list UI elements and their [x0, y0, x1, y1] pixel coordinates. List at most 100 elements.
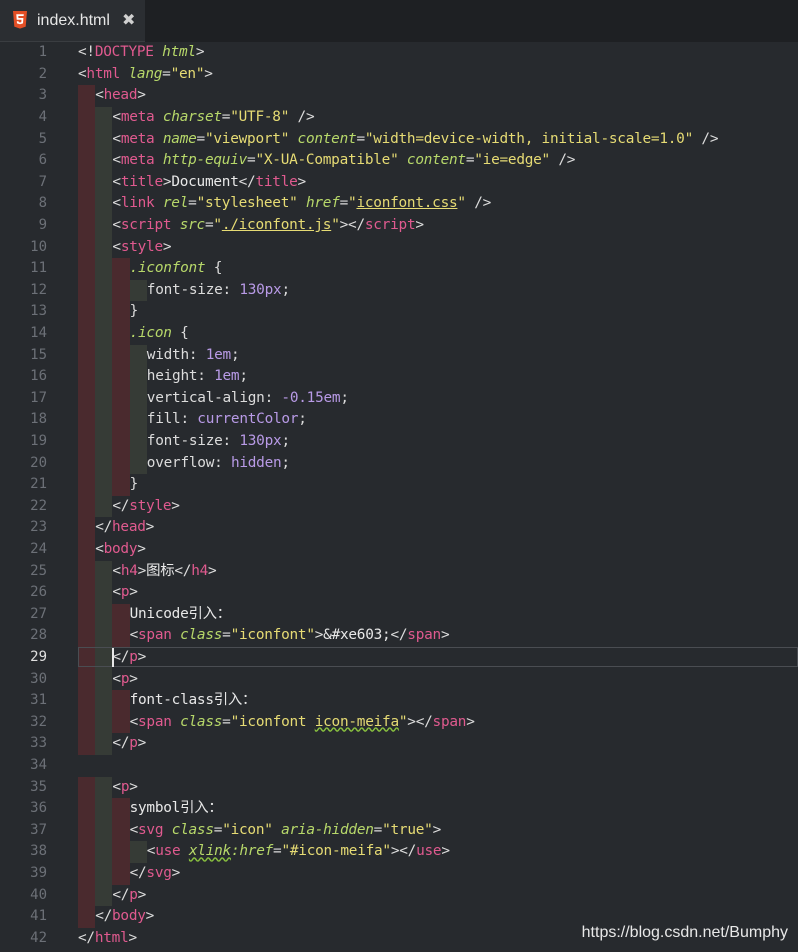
- indent-guide: [95, 193, 113, 215]
- line-number: 27: [30, 605, 47, 622]
- code-token: >: [137, 886, 147, 903]
- line-number: 1: [38, 44, 47, 61]
- code-line[interactable]: 40 </p>: [0, 884, 798, 907]
- tab-index-html[interactable]: index.html ✖: [0, 0, 145, 42]
- code-editor[interactable]: 1 <!DOCTYPE html> 2 <html lang="en"> 3 <head>…: [0, 42, 798, 952]
- code-token: ;: [281, 454, 290, 471]
- code-line[interactable]: 9 <script src="./iconfont.js"></script>: [0, 215, 798, 237]
- code-text: <meta http-equiv = "X-UA-Compatible" conte…: [112, 150, 575, 172]
- code-line[interactable]: 14 .icon {: [0, 323, 798, 345]
- tab-title: index.html: [37, 12, 110, 29]
- code-token: "true": [382, 821, 433, 838]
- indent-guide: [95, 603, 113, 626]
- code-text: <span class="iconfont icon-meifa"></span…: [130, 712, 475, 734]
- code-line[interactable]: 5 <meta name="viewport" content="width=de…: [0, 128, 798, 151]
- code-line[interactable]: 22 </style>: [0, 495, 798, 518]
- code-line[interactable]: 18 fill: currentColor;: [0, 409, 798, 431]
- indent-guide: [112, 301, 130, 323]
- code-token: svg: [146, 865, 172, 881]
- indent-guide: [95, 323, 113, 345]
- code-line[interactable]: 6 <meta http-equiv = "X-UA-Compatible" cont…: [0, 150, 798, 172]
- code-line[interactable]: 34: [0, 755, 798, 777]
- code-line[interactable]: 11 .iconfont {: [0, 258, 798, 280]
- code-token: .iconfont: [129, 260, 206, 277]
- code-line[interactable]: 24 <body>: [0, 539, 798, 561]
- code-token: />: [289, 109, 315, 125]
- code-line[interactable]: 25 <h4>图标</h4>: [0, 560, 798, 583]
- line-number: 34: [30, 757, 47, 773]
- code-line[interactable]: 17 vertical-align: -0.15em;: [0, 387, 798, 410]
- indent-guide: [78, 819, 96, 842]
- line-number: 42: [30, 929, 47, 946]
- indent-guide: [129, 841, 147, 863]
- code-line[interactable]: 15 width: 1em;: [0, 344, 798, 367]
- code-token: ;: [239, 368, 248, 385]
- indent-guide: [95, 863, 113, 885]
- code-line[interactable]: 16 height: 1em;: [0, 366, 798, 388]
- code-text: <title>Document</title>: [112, 172, 306, 194]
- code-text: height: 1em;: [147, 366, 248, 388]
- code-token: >: [415, 217, 424, 233]
- code-text: vertical-align: -0.15em;: [147, 388, 349, 410]
- line-number: 38: [30, 843, 47, 860]
- code-line[interactable]: 39 </svg>: [0, 863, 798, 885]
- code-line[interactable]: 8 <link rel="stylesheet" href="iconfont.c…: [0, 193, 798, 215]
- indent-guide: [78, 193, 96, 215]
- code-line[interactable]: 32 <span class="iconfont icon-meifa"></sp…: [0, 711, 798, 734]
- code-token: ;: [230, 346, 240, 363]
- code-token: html: [94, 929, 129, 946]
- indent-guide: [95, 387, 113, 410]
- code-line[interactable]: 19 font-size: 130px;: [0, 431, 798, 453]
- code-line[interactable]: 3 <head>: [0, 85, 798, 107]
- code-token: rel: [162, 195, 189, 212]
- code-line[interactable]: 36 symbol引入：: [0, 798, 798, 820]
- code-line[interactable]: 2 <html lang="en">: [0, 64, 798, 86]
- indent-guide: [95, 279, 113, 302]
- code-line[interactable]: 28 <span class="iconfont">&#xe603;</span>: [0, 625, 798, 647]
- code-token: =: [221, 109, 231, 125]
- code-token: <!: [78, 44, 95, 61]
- indent-guide: [78, 452, 96, 475]
- code-token: </: [95, 908, 113, 925]
- code-token: >: [171, 497, 180, 514]
- code-line[interactable]: 31 font-class引入：: [0, 690, 798, 712]
- code-line[interactable]: 21}: [0, 474, 798, 496]
- code-token: 1em: [205, 346, 232, 363]
- code-line[interactable]: 30 <p>: [0, 668, 798, 691]
- code-text: }: [130, 474, 139, 496]
- indent-guide: [95, 884, 113, 907]
- code-line[interactable]: 35 <p>: [0, 776, 798, 799]
- code-line[interactable]: 38 <use xlink:href="#icon-meifa"></use>: [0, 841, 798, 863]
- code-line[interactable]: 1 <!DOCTYPE html>: [0, 42, 798, 64]
- code-token: fill: [146, 411, 181, 428]
- code-token: />: [693, 130, 719, 147]
- code-token: "iconfont": [230, 627, 315, 644]
- code-token: svg: [138, 821, 164, 838]
- code-line[interactable]: 33 </p>: [0, 733, 798, 755]
- code-line[interactable]: 23 </head>: [0, 517, 798, 539]
- code-text: <meta charset="UTF-8" />: [112, 107, 314, 129]
- code-line[interactable]: 26 <p>: [0, 582, 798, 604]
- indent-guide: [112, 409, 130, 431]
- code-line[interactable]: 13}: [0, 301, 798, 323]
- line-number: 35: [30, 778, 47, 795]
- code-token: meta: [120, 152, 155, 169]
- code-line[interactable]: 7 <title>Document</title>: [0, 171, 798, 194]
- close-icon[interactable]: ✖: [122, 10, 135, 29]
- code-line[interactable]: 27 Unicode引入：: [0, 603, 798, 626]
- indent-guide: [129, 452, 147, 475]
- code-line[interactable]: 10 <style>: [0, 236, 798, 259]
- indent-guide: [95, 733, 113, 755]
- indent-guide: [95, 495, 113, 518]
- indent-guide: [78, 128, 96, 151]
- code-line[interactable]: 12 font-size: 130px;: [0, 279, 798, 302]
- code-line[interactable]: 37 <svg class="icon" aria-hidden="true">: [0, 819, 798, 842]
- code-text: width: 1em;: [147, 345, 240, 367]
- code-line[interactable]: 4 <meta charset="UTF-8" />: [0, 107, 798, 129]
- code-line[interactable]: 29 </p>: [0, 647, 798, 669]
- code-token: span: [138, 627, 172, 644]
- code-line[interactable]: 20 overflow: hidden;: [0, 452, 798, 475]
